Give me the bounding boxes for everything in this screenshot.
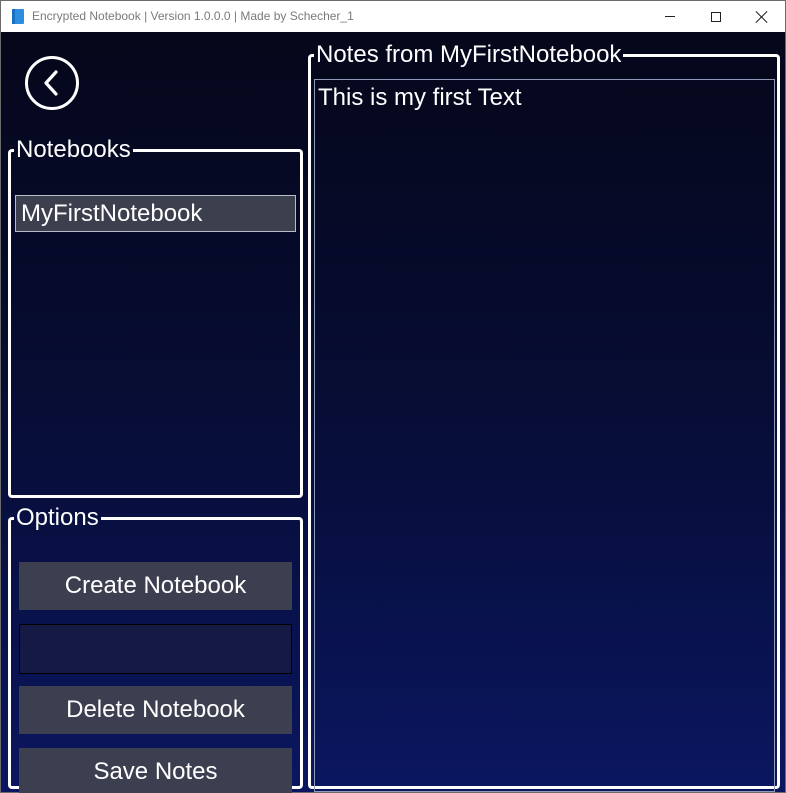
notebooks-list: MyFirstNotebook	[15, 195, 296, 232]
title-bar: Encrypted Notebook | Version 1.0.0.0 | M…	[1, 1, 785, 32]
notes-header: Notes from MyFirstNotebook	[316, 41, 622, 68]
notes-textarea[interactable]: This is my first Text	[314, 79, 775, 792]
save-notes-button[interactable]: Save Notes	[19, 748, 292, 793]
delete-notebook-button[interactable]: Delete Notebook	[19, 686, 292, 734]
back-button[interactable]	[25, 56, 79, 110]
notebooks-header: Notebooks	[16, 136, 131, 163]
maximize-button[interactable]	[693, 1, 739, 32]
create-notebook-button[interactable]: Create Notebook	[19, 562, 292, 610]
close-icon	[756, 11, 768, 23]
notes-group: Notes from MyFirstNotebook This is my fi…	[308, 41, 780, 792]
minimize-icon	[665, 16, 675, 17]
options-header: Options	[16, 504, 99, 531]
notebooks-group: Notebooks MyFirstNotebook	[8, 138, 303, 498]
close-button[interactable]	[739, 1, 785, 32]
notebook-name-input[interactable]	[19, 624, 292, 674]
notebook-list-item[interactable]: MyFirstNotebook	[15, 195, 296, 232]
main-content: Notebooks MyFirstNotebook Options Create…	[1, 32, 785, 793]
chevron-left-icon	[44, 70, 58, 96]
options-group: Options Create Notebook Delete Notebook …	[8, 504, 303, 793]
app-window: Encrypted Notebook | Version 1.0.0.0 | M…	[0, 0, 786, 793]
minimize-button[interactable]	[647, 1, 693, 32]
notebook-app-icon	[12, 9, 24, 24]
maximize-icon	[711, 11, 721, 22]
window-title: Encrypted Notebook | Version 1.0.0.0 | M…	[32, 9, 354, 23]
